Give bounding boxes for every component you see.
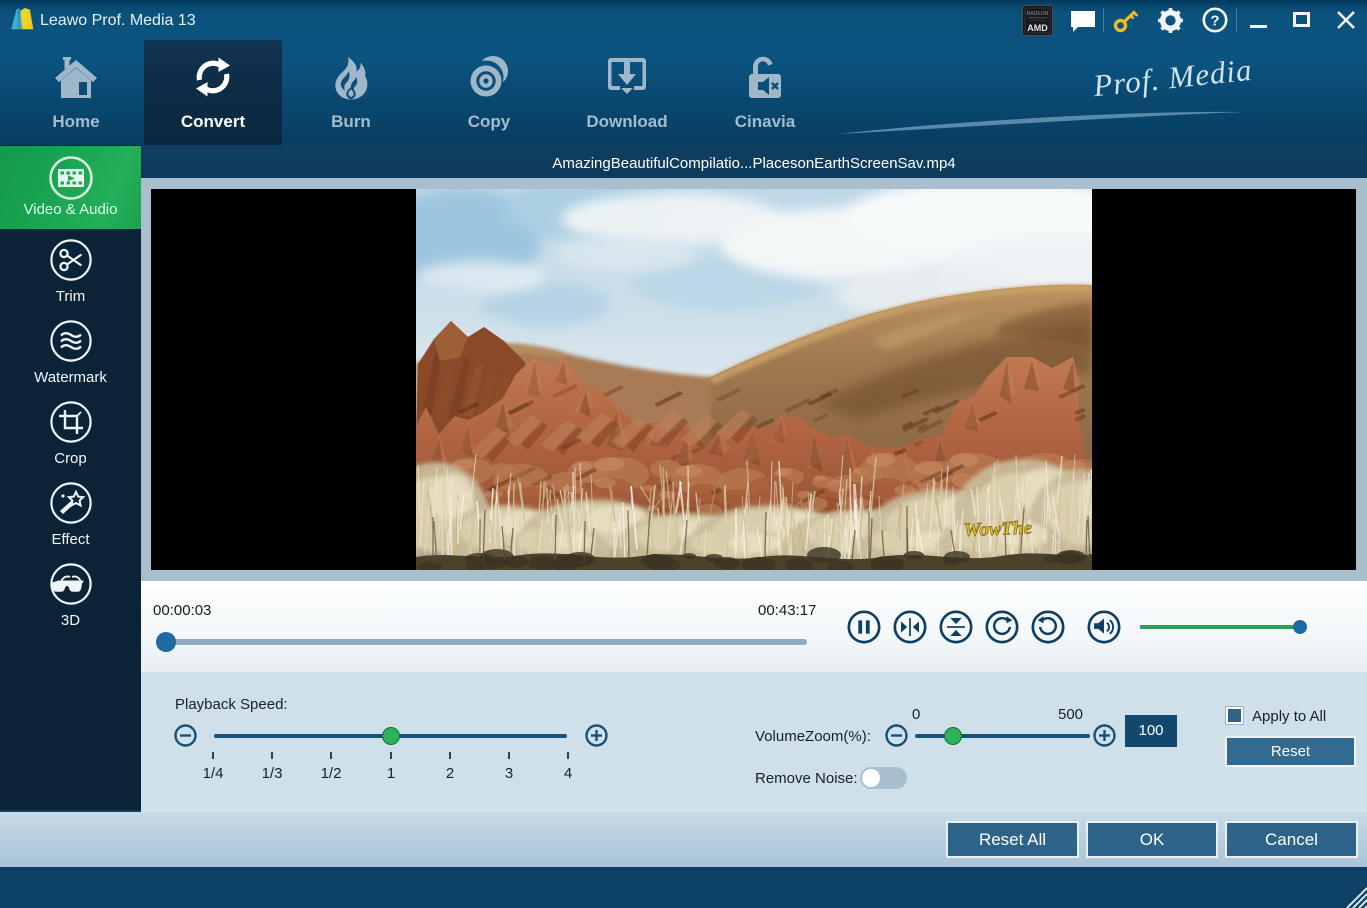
svg-text:?: ?: [1210, 13, 1219, 30]
svg-text:AMD: AMD: [1027, 23, 1048, 33]
svg-text:RADEON: RADEON: [1027, 11, 1049, 17]
svg-text:WowThe: WowThe: [963, 518, 1033, 541]
